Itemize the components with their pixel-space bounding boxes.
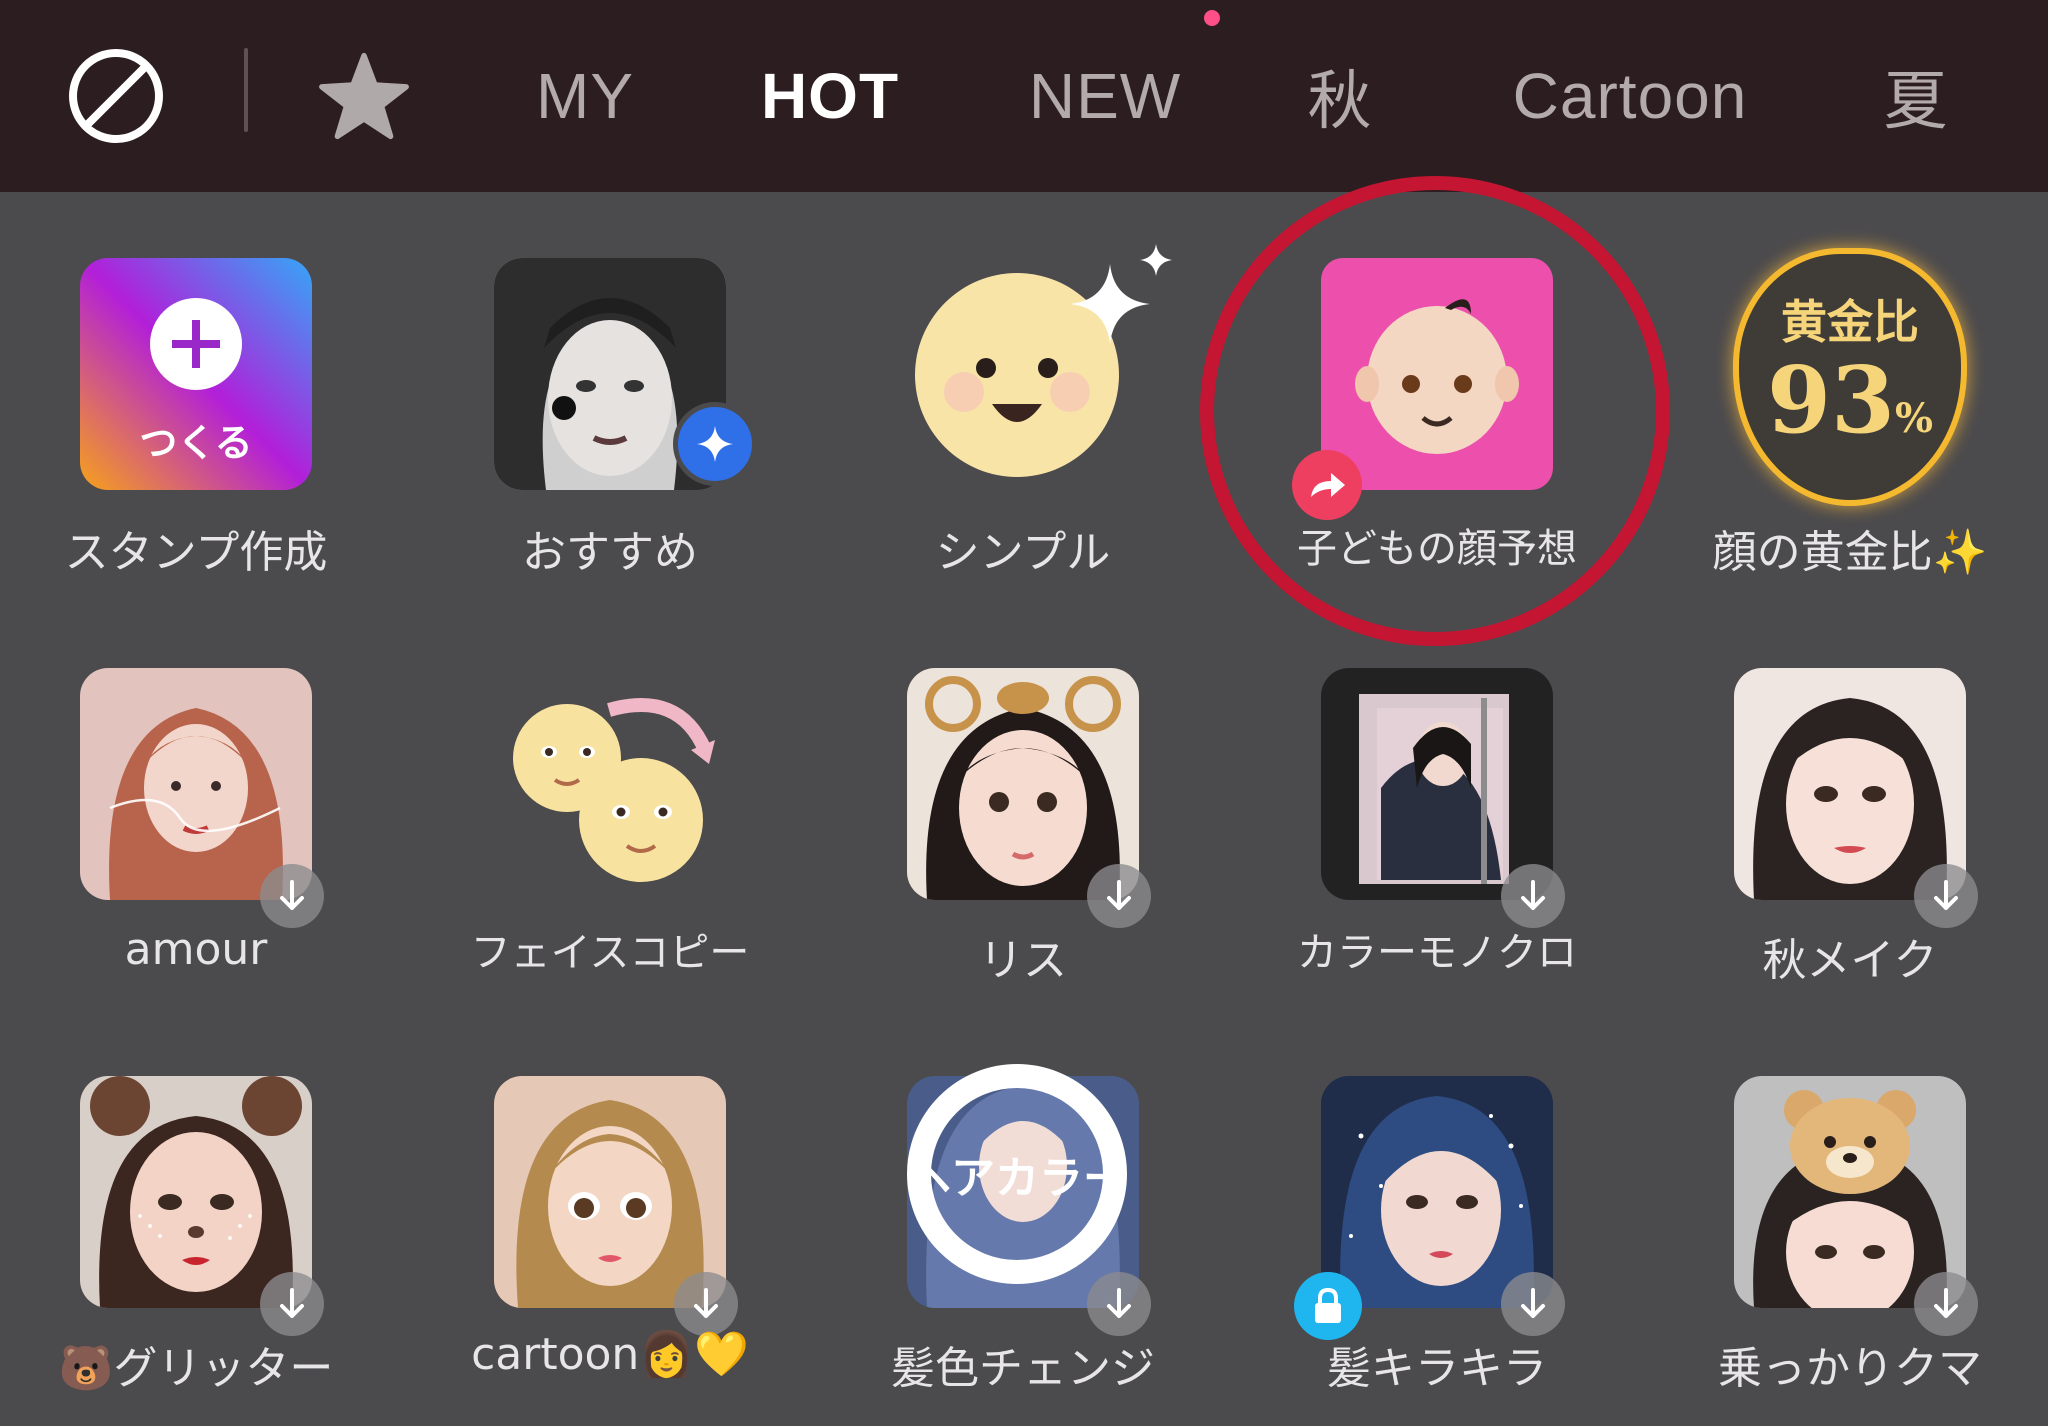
sticker-face-copy[interactable]: フェイスコピー bbox=[405, 602, 815, 1012]
sticker-thumbnail bbox=[1321, 668, 1553, 900]
sticker-thumbnail bbox=[494, 1076, 726, 1308]
lock-icon bbox=[1315, 1287, 1341, 1323]
download-badge[interactable] bbox=[1914, 1272, 1978, 1336]
sticker-thumbnail bbox=[907, 668, 1139, 900]
lock-badge bbox=[1294, 1272, 1362, 1340]
sticker-bear-on-head[interactable]: 乗っかりクマ bbox=[1645, 1010, 2048, 1420]
new-notification-dot bbox=[1204, 10, 1220, 26]
download-icon bbox=[1107, 880, 1131, 910]
download-badge[interactable] bbox=[1087, 1272, 1151, 1336]
highlight-circle bbox=[1200, 176, 1670, 646]
tab-my[interactable]: MY bbox=[510, 0, 660, 192]
golden-ratio-value: 93% bbox=[1766, 346, 1934, 454]
tab-hot[interactable]: HOT bbox=[740, 0, 920, 192]
sticker-thumbnail bbox=[80, 668, 312, 900]
sparkle-badge bbox=[673, 402, 757, 486]
sticker-color-monochrome[interactable]: カラーモノクロ bbox=[1232, 602, 1642, 1012]
sticker-create[interactable]: つくる スタンプ作成 bbox=[0, 192, 401, 602]
no-filter-icon bbox=[69, 49, 163, 143]
sticker-label: 🐻グリッター bbox=[58, 1343, 334, 1394]
sticker-label: おすすめ bbox=[522, 527, 698, 578]
sticker-autumn-makeup[interactable]: 秋メイク bbox=[1645, 602, 2048, 1012]
download-icon bbox=[1934, 880, 1958, 910]
tab-divider bbox=[244, 48, 248, 132]
tab-label: 秋 bbox=[1307, 65, 1373, 137]
sticker-label: フェイスコピー bbox=[470, 930, 750, 976]
golden-ratio-badge: 黄金比 93% bbox=[1733, 248, 1967, 506]
download-badge[interactable] bbox=[1087, 864, 1151, 928]
tab-label: Cartoon bbox=[1512, 60, 1748, 132]
sticker-label: 顔の黄金比✨ bbox=[1712, 527, 1988, 578]
sticker-label: シンプル bbox=[935, 527, 1111, 578]
download-icon bbox=[1107, 1288, 1131, 1318]
tab-label: NEW bbox=[1028, 60, 1182, 132]
face-swap-icon bbox=[513, 698, 715, 882]
tab-label: MY bbox=[536, 60, 634, 132]
sticker-simple[interactable]: シンプル bbox=[818, 192, 1228, 602]
sticker-hair-color-change[interactable]: ヘアカラー 髪色チェンジ bbox=[818, 1010, 1228, 1420]
sticker-label: 髪色チェンジ bbox=[891, 1343, 1155, 1394]
download-badge[interactable] bbox=[1501, 1272, 1565, 1336]
tab-cartoon[interactable]: Cartoon bbox=[1480, 0, 1780, 192]
sticker-thumbnail bbox=[80, 1076, 312, 1308]
tab-new[interactable]: NEW bbox=[1010, 0, 1200, 192]
download-icon bbox=[280, 1288, 304, 1318]
sticker-squirrel[interactable]: リス bbox=[818, 602, 1228, 1012]
download-badge[interactable] bbox=[674, 1272, 738, 1336]
sticker-label: リス bbox=[979, 935, 1067, 986]
sticker-thumbnail bbox=[1321, 1076, 1553, 1308]
sticker-amour[interactable]: amour bbox=[0, 602, 401, 1012]
favorites-tab[interactable] bbox=[312, 0, 416, 192]
download-icon bbox=[694, 1288, 718, 1318]
hair-color-ring: ヘアカラー bbox=[907, 1064, 1127, 1284]
download-badge[interactable] bbox=[1501, 864, 1565, 928]
download-icon bbox=[280, 880, 304, 910]
sticker-bear-glitter[interactable]: 🐻グリッター bbox=[0, 1010, 401, 1420]
sticker-label: カラーモノクロ bbox=[1297, 930, 1577, 976]
sticker-label: 髪キラキラ bbox=[1327, 1343, 1547, 1394]
sparkle-icon bbox=[1070, 244, 1172, 344]
sticker-label: 秋メイク bbox=[1762, 935, 1938, 986]
sticker-thumbnail bbox=[1734, 668, 1966, 900]
sticker-label: スタンプ作成 bbox=[64, 527, 328, 578]
hair-color-overlay-text: ヘアカラー bbox=[907, 1153, 1127, 1204]
sticker-thumbnail bbox=[1734, 1076, 1966, 1308]
sticker-hair-sparkle[interactable]: 髪キラキラ bbox=[1232, 1010, 1642, 1420]
tab-label: 夏 bbox=[1883, 65, 1949, 137]
download-badge[interactable] bbox=[1914, 864, 1978, 928]
sticker-label: cartoon👩💛 bbox=[471, 1329, 749, 1380]
no-filter-button[interactable] bbox=[50, 0, 182, 192]
tab-autumn[interactable]: 秋 bbox=[1290, 0, 1390, 192]
sticker-grid: つくる スタンプ作成 おすすめ シンプル 子どもの顔予想 黄金比 93% 顔の黄… bbox=[0, 192, 2048, 1426]
sticker-golden-ratio[interactable]: 黄金比 93% 顔の黄金比✨ bbox=[1645, 192, 2048, 602]
download-badge[interactable] bbox=[260, 864, 324, 928]
star-icon bbox=[319, 52, 409, 140]
category-tab-bar: MY HOT NEW 秋 Cartoon 夏 bbox=[0, 0, 2048, 192]
download-icon bbox=[1521, 880, 1545, 910]
sticker-label: amour bbox=[124, 924, 268, 975]
sparkle-icon bbox=[697, 426, 733, 462]
tab-summer[interactable]: 夏 bbox=[1866, 0, 1966, 192]
sticker-cartoon[interactable]: cartoon👩💛 bbox=[405, 1010, 815, 1420]
sticker-label: 乗っかりクマ bbox=[1718, 1343, 1982, 1394]
download-icon bbox=[1521, 1288, 1545, 1318]
create-tile-text: つくる bbox=[139, 421, 253, 465]
download-icon bbox=[1934, 1288, 1958, 1318]
sticker-recommended[interactable]: おすすめ bbox=[405, 192, 815, 602]
tab-label: HOT bbox=[760, 60, 900, 132]
golden-ratio-title: 黄金比 bbox=[1781, 295, 1919, 349]
download-badge[interactable] bbox=[260, 1272, 324, 1336]
